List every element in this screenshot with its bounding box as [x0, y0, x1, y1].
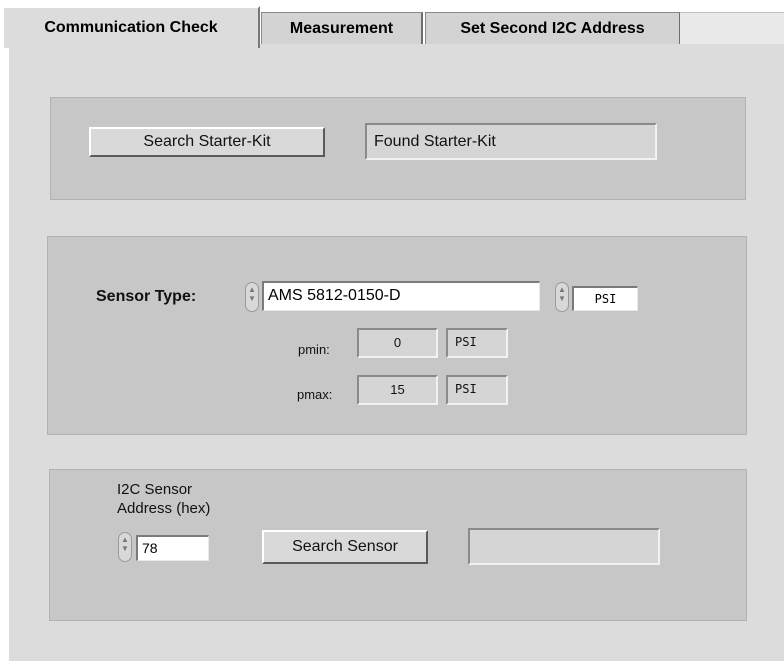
- sensor-type-field[interactable]: AMS 5812-0150-D: [262, 281, 540, 311]
- sensor-search-status-indicator: [468, 528, 660, 565]
- pmax-value-indicator: 15: [357, 375, 438, 405]
- tab-measurement[interactable]: Measurement: [261, 12, 423, 44]
- i2c-address-field[interactable]: 78: [136, 535, 209, 561]
- unit-spinner[interactable]: ▲ ▼: [555, 282, 569, 312]
- pmin-label: pmin:: [298, 342, 330, 357]
- pmin-unit-indicator: PSI: [446, 328, 508, 358]
- tab-set-second-i2c-address[interactable]: Set Second I2C Address: [425, 12, 681, 44]
- sensor-type-spinner[interactable]: ▲ ▼: [245, 282, 259, 312]
- pmax-unit-indicator: PSI: [446, 375, 508, 405]
- i2c-address-label-line1: I2C Sensor: [117, 481, 193, 498]
- tab-communication-check[interactable]: Communication Check: [2, 6, 260, 48]
- search-starter-kit-button[interactable]: Search Starter-Kit: [89, 127, 325, 157]
- unit-field[interactable]: PSI: [572, 286, 638, 311]
- i2c-address-label-line2: Address (hex): [117, 500, 211, 517]
- pmin-value-indicator: 0: [357, 328, 438, 358]
- tab-bar-filler: [680, 12, 784, 44]
- sensor-type-label: Sensor Type:: [96, 288, 197, 305]
- search-sensor-button[interactable]: Search Sensor: [262, 530, 428, 564]
- i2c-address-spinner[interactable]: ▲ ▼: [118, 532, 132, 562]
- pmax-label: pmax:: [297, 387, 333, 402]
- starter-kit-status-indicator: Found Starter-Kit: [365, 123, 657, 160]
